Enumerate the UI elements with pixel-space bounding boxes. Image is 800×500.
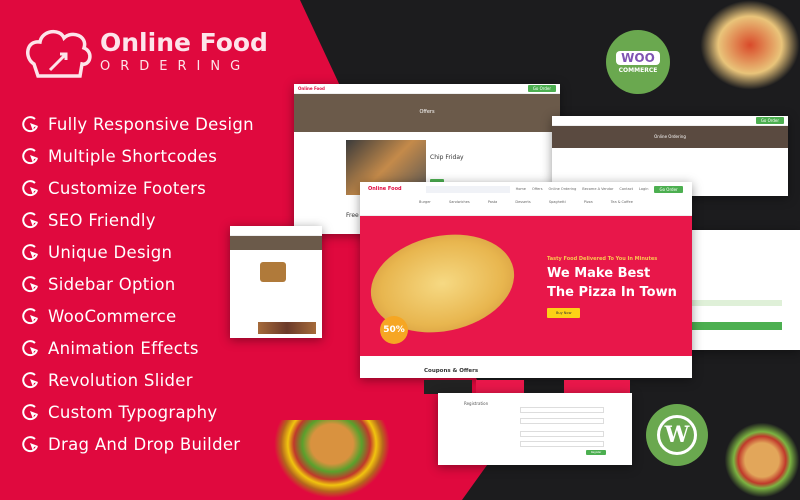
nav-link: Contact: [619, 187, 634, 191]
product-name: Chip Friday: [430, 154, 464, 161]
category-link: Pasta: [487, 200, 498, 204]
coupon-card: [476, 380, 524, 394]
order-button: Go Order: [527, 85, 556, 92]
category-link: Desserts: [515, 200, 531, 204]
registration-title: Registration: [464, 401, 489, 406]
sandwich-image: [722, 420, 800, 500]
wrap-image: [700, 0, 800, 90]
feature-item: Customize Footers: [22, 172, 254, 204]
hero-title: We Make Best The Pizza In Town: [547, 266, 677, 300]
cursor-click-icon: [22, 244, 38, 261]
wordpress-badge: W: [646, 404, 708, 466]
feature-item: Revolution Slider: [22, 364, 254, 396]
feature-item: Animation Effects: [22, 332, 254, 364]
cursor-click-icon: [22, 180, 38, 197]
section-title: Coupons & Offers: [424, 368, 479, 374]
chef-hat-icon: [26, 29, 92, 78]
ordering-banner: Online Ordering: [552, 126, 788, 148]
product-page-screenshot: [230, 226, 322, 338]
feature-list: Fully Responsive Design Multiple Shortcod…: [22, 108, 254, 460]
go-order-button: Go Order: [654, 185, 683, 193]
register-button: Register: [586, 450, 607, 455]
feature-label: Revolution Slider: [48, 370, 193, 390]
order-button: Go Order: [755, 117, 784, 124]
feature-label: Fully Responsive Design: [48, 114, 254, 134]
site-header: Online Food Home Offers Online Ordering Bec…: [360, 182, 692, 216]
hero-slider: 50% Tasty Food Delivered To You In Minut…: [360, 216, 692, 356]
discount-badge: 50%: [380, 316, 408, 344]
nav-link: Offers: [531, 187, 543, 191]
cursor-click-icon: [22, 212, 38, 229]
woo-logo: WOO: [616, 50, 660, 65]
category-link: Spaghetti: [548, 200, 566, 204]
cursor-click-icon: [22, 276, 38, 293]
feature-label: Drag And Drop Builder: [48, 434, 241, 454]
brand-logo: Online Food ORDERING: [20, 24, 268, 80]
wordpress-icon: W: [657, 415, 697, 455]
nav-link: Online Ordering: [548, 187, 577, 191]
feature-item: Fully Responsive Design: [22, 108, 254, 140]
feature-item: Multiple Shortcodes: [22, 140, 254, 172]
feature-label: Custom Typography: [48, 402, 218, 422]
coupon-card: [564, 380, 630, 394]
coupon-card: [424, 380, 472, 394]
hero-subtitle: Tasty Food Delivered To You In Minutes: [547, 256, 658, 262]
brand-tagline: ORDERING: [100, 59, 251, 74]
woocommerce-badge: WOO COMMERCE: [606, 30, 670, 94]
cursor-click-icon: [22, 436, 38, 453]
registration-screenshot: Registration Register: [438, 393, 632, 465]
cursor-click-icon: [22, 372, 38, 389]
site-logo: Online Food: [368, 186, 402, 192]
feature-label: Unique Design: [48, 242, 173, 262]
burger-image: [272, 420, 392, 500]
category-link: Pizza: [583, 200, 593, 204]
category-link: Sandwiches: [448, 200, 470, 204]
cursor-click-icon: [22, 308, 38, 325]
nav-link: Home: [515, 187, 526, 191]
feature-label: SEO Friendly: [48, 210, 156, 230]
feature-item: Custom Typography: [22, 396, 254, 428]
cursor-click-icon: [22, 148, 38, 165]
buy-now-button: Buy Now: [547, 308, 581, 318]
feature-label: Animation Effects: [48, 338, 199, 358]
feature-label: Customize Footers: [48, 178, 207, 198]
category-link: Tea & Coffee: [610, 200, 633, 204]
feature-label: Sidebar Option: [48, 274, 176, 294]
nav-link: Login: [639, 187, 649, 191]
nav-link: Become A Vendor: [582, 187, 614, 191]
feature-item: Drag And Drop Builder: [22, 428, 254, 460]
homepage-screenshot: Online Food Home Offers Online Ordering Bec…: [360, 182, 692, 378]
woo-sub: COMMERCE: [618, 66, 658, 74]
checkout-screenshot: [690, 230, 800, 350]
feature-item: Unique Design: [22, 236, 254, 268]
feature-label: WooCommerce: [48, 306, 177, 326]
cursor-click-icon: [22, 404, 38, 421]
cursor-click-icon: [22, 116, 38, 133]
mini-logo: Online Food: [298, 86, 325, 91]
feature-item: WooCommerce: [22, 300, 254, 332]
search-input: [425, 185, 510, 193]
cursor-click-icon: [22, 340, 38, 357]
feature-label: Multiple Shortcodes: [48, 146, 218, 166]
brand-name: Online Food: [100, 28, 268, 57]
feature-item: Sidebar Option: [22, 268, 254, 300]
category-link: Burger: [419, 200, 431, 204]
offers-banner: Offers: [294, 94, 560, 132]
feature-item: SEO Friendly: [22, 204, 254, 236]
